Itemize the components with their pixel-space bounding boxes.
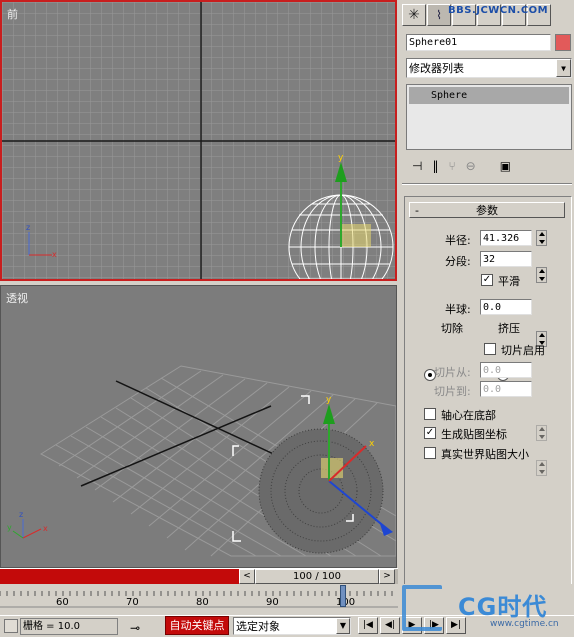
panel-divider	[402, 183, 572, 185]
base-to-pivot-label: 轴心在底部	[441, 409, 496, 422]
smooth-label: 平滑	[498, 275, 520, 288]
goto-start-icon: |◀	[363, 620, 373, 630]
perspective-grid: y x z x y	[7, 365, 396, 557]
timeline-tick-label: 90	[266, 597, 279, 608]
squash-label: 挤压	[498, 322, 520, 335]
segments-label: 分段:	[445, 255, 471, 268]
slice-from-field[interactable]: 0.0	[480, 362, 532, 378]
modifier-stack-item[interactable]: Sphere	[409, 87, 569, 104]
star-icon: ✳	[408, 7, 420, 23]
configure-sets-icon[interactable]: ▣	[500, 159, 511, 173]
grid-readout-text: 栅格 = 10.0	[23, 621, 81, 632]
remove-modifier-icon[interactable]: ⊖	[466, 159, 476, 173]
slice-to-field[interactable]: 0.0	[480, 381, 532, 397]
perspective-viewport-label[interactable]: 透视	[6, 290, 28, 306]
current-frame-marker	[340, 585, 346, 607]
gen-mapping-label: 生成贴图坐标	[441, 428, 507, 441]
make-unique-icon[interactable]: ⑂	[448, 159, 455, 173]
slice-on-label: 切片启用	[501, 344, 545, 357]
frame-display: 100 / 100	[293, 571, 341, 582]
svg-text:y: y	[326, 395, 332, 405]
svg-text:y: y	[338, 153, 344, 163]
smooth-checkbox[interactable]: ✓	[481, 274, 493, 286]
object-color-swatch[interactable]	[555, 34, 571, 51]
perspective-viewport[interactable]: y x z x y 透视	[0, 285, 397, 568]
radius-field[interactable]: 41.326	[480, 230, 532, 246]
chevron-left-icon: <	[243, 571, 251, 581]
chop-label: 切除	[441, 322, 463, 335]
key-icon[interactable]: ⊸	[130, 621, 140, 635]
cg-logo: CG时代 www.cgtime.cn	[400, 583, 574, 637]
real-world-checkbox[interactable]	[424, 447, 436, 459]
chevron-down-icon: ▼	[336, 618, 350, 634]
time-slider-track[interactable]: 100 / 100 > <	[0, 568, 398, 584]
slice-to-label: 切片到:	[434, 385, 471, 398]
slice-from-label: 切片从:	[434, 366, 471, 379]
selection-filter-dropdown[interactable]: 选定对象 ▼	[233, 617, 351, 635]
real-world-label: 真实世界贴图大小	[441, 448, 529, 461]
autokey-label: 自动关键点	[169, 619, 225, 632]
goto-start-button[interactable]: |◀	[358, 617, 378, 634]
modifier-stack-item-label: Sphere	[431, 90, 468, 101]
svg-text:z: z	[26, 223, 30, 232]
svg-text:x: x	[43, 524, 48, 533]
next-frame-arrow[interactable]: >	[379, 569, 395, 584]
base-to-pivot-checkbox[interactable]	[424, 408, 436, 420]
radius-label: 半径:	[445, 234, 471, 247]
selection-filter-label: 选定对象	[236, 619, 280, 633]
show-end-result-icon[interactable]: ‖	[432, 159, 438, 173]
pin-stack-icon[interactable]: ⊣	[412, 159, 422, 173]
segments-spinner[interactable]	[536, 267, 547, 283]
front-viewport-label[interactable]: 前	[7, 6, 18, 22]
prev-frame-arrow[interactable]: <	[239, 569, 255, 584]
object-name-field[interactable]: Sphere01	[406, 34, 551, 51]
cg-logo-text: CG时代	[458, 593, 548, 621]
gen-mapping-checkbox[interactable]: ✓	[424, 427, 436, 439]
slice-to-spinner[interactable]	[536, 460, 547, 476]
timeline-tick-label: 60	[56, 597, 69, 608]
timeline-tick-label: 70	[126, 597, 139, 608]
grid-readout: 栅格 = 10.0	[20, 618, 118, 635]
segments-field[interactable]: 32	[480, 251, 532, 267]
cg-logo-url: www.cgtime.cn	[490, 619, 559, 629]
time-slider-thumb[interactable]: 100 / 100	[255, 569, 379, 584]
prev-key-icon: ◀|	[385, 620, 395, 630]
slice-from-spinner[interactable]	[536, 425, 547, 441]
collapse-icon: -	[415, 203, 419, 217]
parameters-rollout-header[interactable]: - 参数	[409, 202, 565, 218]
snap-icon[interactable]	[4, 619, 18, 633]
stack-toolbar: ⊣ ‖ ⑂ ⊖ ▣	[406, 156, 572, 176]
modifier-stack[interactable]: Sphere	[406, 84, 572, 150]
create-tab[interactable]: ✳	[402, 4, 426, 26]
time-slider-progress	[0, 569, 239, 584]
chevron-down-icon: ▼	[556, 59, 571, 77]
parameters-rollout-title: 参数	[476, 204, 498, 217]
chevron-right-icon: >	[383, 571, 391, 581]
slice-on-checkbox[interactable]	[484, 343, 496, 355]
cg-logo-mark	[402, 585, 442, 631]
prev-key-button[interactable]: ◀|	[380, 617, 400, 634]
svg-text:y: y	[7, 523, 12, 532]
radius-spinner[interactable]	[536, 230, 547, 246]
modifier-list-dropdown[interactable]: 修改器列表 ▼	[406, 58, 572, 78]
autokey-button[interactable]: 自动关键点	[165, 616, 229, 635]
svg-text:z: z	[19, 510, 23, 519]
modifier-list-label: 修改器列表	[409, 61, 464, 75]
modify-icon: ⌇	[436, 8, 442, 22]
svg-text:x: x	[52, 250, 57, 259]
track-bar[interactable]: 60708090100	[0, 585, 398, 615]
hemisphere-label: 半球:	[445, 303, 471, 316]
hemisphere-field[interactable]: 0.0	[480, 299, 532, 315]
top-watermark: BBS.JCWCN.COM	[448, 5, 549, 16]
timeline-tick-label: 80	[196, 597, 209, 608]
front-viewport[interactable]: y z x 前	[0, 0, 397, 281]
svg-text:x: x	[369, 439, 375, 449]
front-grid: y z x	[2, 2, 395, 279]
